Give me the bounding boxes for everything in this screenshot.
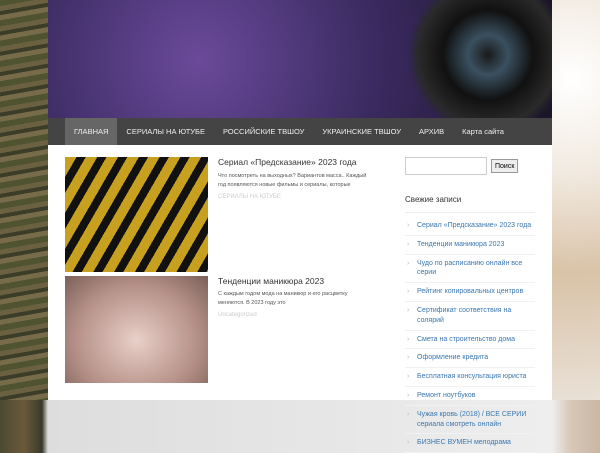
recent-post-link[interactable]: Сертификат соответствия на солярий	[405, 302, 535, 331]
recent-post-link[interactable]: БИЗНЕС ВУМЕН мелодрама	[405, 434, 535, 453]
recent-post-link[interactable]: Тенденции маникюра 2023	[405, 236, 535, 255]
recent-post-link[interactable]: Оформление кредита	[405, 349, 535, 369]
widget-title: Свежие записи	[405, 195, 535, 213]
recent-post-link[interactable]: Бесплатная консультация юриста	[405, 368, 535, 387]
recent-post-link[interactable]: Ремонт ноутбуков	[405, 387, 535, 406]
nav-youtube-series[interactable]: СЕРИАЛЫ НА ЮТУБЕ	[117, 118, 214, 145]
header-banner	[48, 0, 552, 118]
recent-post-link[interactable]: Смета на строительство дома	[405, 331, 535, 350]
nav-home[interactable]: ГЛАВНАЯ	[65, 118, 118, 145]
post-thumbnail[interactable]	[65, 157, 208, 272]
recent-posts-list: Сериал «Предсказание» 2023 года Тенденци…	[405, 217, 535, 453]
background-right	[552, 0, 600, 400]
recent-post-link[interactable]: Сериал «Предсказание» 2023 года	[405, 217, 535, 236]
post-title[interactable]: Сериал «Предсказание» 2023 года	[218, 157, 357, 167]
nav-russian-tvshow[interactable]: РОССИЙСКИЕ ТВШОУ	[214, 118, 313, 145]
post-category[interactable]: Uncategorized	[218, 312, 257, 318]
nav-ukrainian-tvshow[interactable]: УКРАИНСКИЕ ТВШОУ	[313, 118, 410, 145]
sidebar: Поиск Свежие записи Сериал «Предсказание…	[405, 157, 535, 453]
recent-post-link[interactable]: Чудо по расписанию онлайн все серии	[405, 255, 535, 284]
post-excerpt: С каждым годом мода на маникюр и его рас…	[218, 291, 348, 306]
page: ГЛАВНАЯ СЕРИАЛЫ НА ЮТУБЕ РОССИЙСКИЕ ТВШО…	[48, 0, 552, 453]
post-excerpt: Что посмотреть на выходных? Вариантов ма…	[218, 173, 367, 188]
search-button[interactable]: Поиск	[491, 159, 519, 173]
post-thumbnail[interactable]	[65, 276, 208, 383]
post-title[interactable]: Тенденции маникюра 2023	[218, 276, 324, 286]
recent-post-link[interactable]: Рейтинг копировальных центров	[405, 283, 535, 302]
search-form: Поиск	[405, 157, 535, 175]
background-left	[0, 0, 48, 400]
search-input[interactable]	[405, 157, 487, 175]
main-nav: ГЛАВНАЯ СЕРИАЛЫ НА ЮТУБЕ РОССИЙСКИЕ ТВШО…	[48, 118, 552, 145]
recent-post-link[interactable]: Чужая кровь (2018) / ВСЕ СЕРИИ сериала с…	[405, 406, 535, 435]
post-category[interactable]: СЕРИАЛЫ НА ЮТУБЕ	[218, 194, 281, 200]
nav-archive[interactable]: АРХИВ	[410, 118, 453, 145]
nav-sitemap[interactable]: Карта сайта	[453, 118, 513, 145]
